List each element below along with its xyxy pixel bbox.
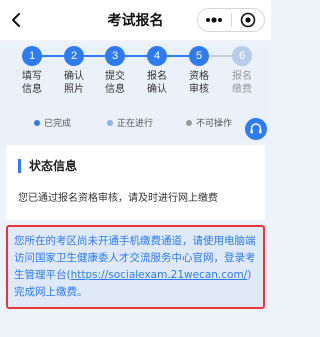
step-registration-payment: 6 报名 缴费 — [222, 46, 262, 96]
step-legend: 已完成 正在进行 不可操作 — [0, 116, 271, 130]
step-number: 2 — [64, 46, 84, 66]
step-number: 6 — [232, 46, 252, 66]
chevron-left-icon — [12, 13, 20, 27]
step-label: 资格 审核 — [189, 71, 209, 95]
more-dots-icon — [206, 17, 223, 23]
step-registration-confirm: 4 报名 确认 — [137, 46, 177, 96]
back-button[interactable] — [6, 10, 26, 30]
top-navigation-bar: 考试报名 — [0, 0, 271, 40]
step-label: 报名 缴费 — [232, 71, 252, 95]
target-close-icon — [240, 12, 256, 28]
step-number: 4 — [147, 46, 167, 66]
status-message: 您已通过报名资格审核，请及时进行网上缴费 — [18, 193, 218, 204]
step-label: 报名 确认 — [147, 71, 167, 95]
step-number: 1 — [22, 46, 42, 66]
legend-done: 已完成 — [34, 116, 71, 129]
step-number: 5 — [189, 46, 209, 66]
payment-notice: 您所在的考区尚未开通手机缴费通道，请使用电脑端访问国家卫生健康委人才交流服务中心… — [6, 225, 265, 309]
step-number: 3 — [105, 46, 125, 66]
step-confirm-photo: 2 确认 照片 — [54, 46, 94, 96]
step-label: 确认 照片 — [64, 71, 84, 95]
step-fill-info: 1 填写 信息 — [12, 46, 52, 96]
disabled-dot-icon — [186, 119, 192, 126]
done-dot-icon — [34, 119, 40, 126]
in-progress-dot-icon — [107, 119, 113, 126]
mini-program-capsule — [197, 8, 265, 32]
step-submit-info: 3 提交 信息 — [95, 46, 135, 96]
close-mini-program-button[interactable] — [232, 9, 265, 31]
page-title: 考试报名 — [107, 13, 164, 29]
step-label: 提交 信息 — [105, 71, 125, 95]
headset-icon — [250, 123, 262, 134]
step-qualification-review: 5 资格 审核 — [179, 46, 219, 96]
status-info-card: 状态信息 您已通过报名资格审核，请及时进行网上缴费 — [6, 145, 265, 220]
more-menu-button[interactable] — [198, 9, 231, 31]
legend-disabled: 不可操作 — [186, 116, 232, 129]
progress-steps: 1 填写 信息 2 确认 照片 3 提交 信息 4 报名 确认 5 资格 审核 6 报名缴… — [0, 44, 271, 142]
status-title: 状态信息 — [18, 159, 77, 173]
customer-service-button[interactable] — [245, 118, 267, 140]
platform-link[interactable]: https://socialexam.21wecan.com/ — [71, 269, 248, 281]
step-label: 填写 信息 — [22, 71, 42, 95]
legend-in-progress: 正在进行 — [107, 116, 153, 129]
